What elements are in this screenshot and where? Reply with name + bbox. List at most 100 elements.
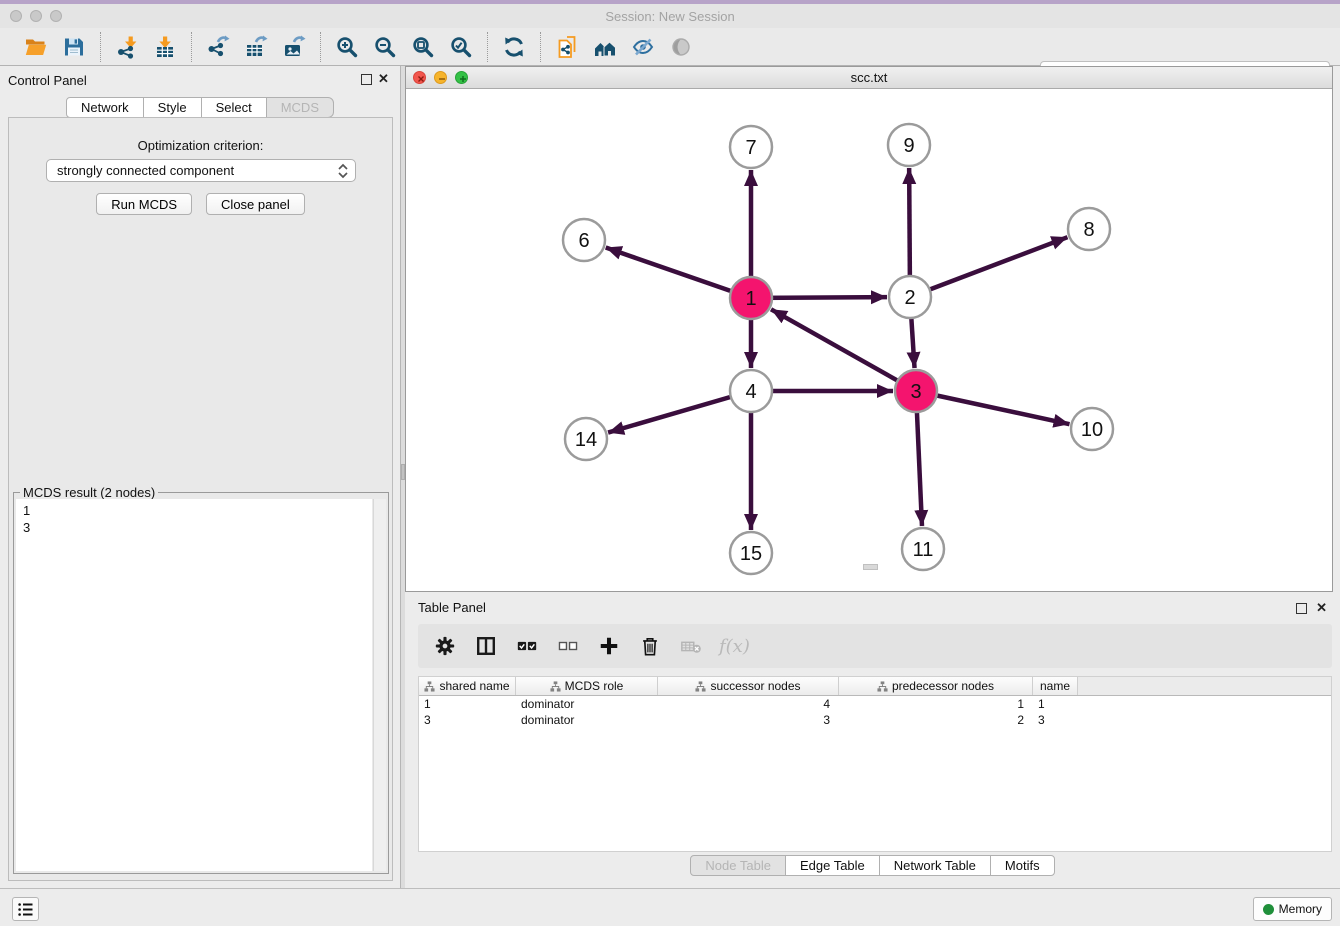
delete-row-button[interactable] <box>637 633 663 659</box>
criterion-select[interactable]: strongly connected component <box>46 159 356 182</box>
tab-edge-table[interactable]: Edge Table <box>785 855 880 876</box>
close-table-panel-icon[interactable]: ✕ <box>1316 601 1327 614</box>
graph-node-label-6: 6 <box>578 230 589 252</box>
graph-node-label-14: 14 <box>575 429 597 451</box>
task-history-button[interactable] <box>12 897 39 921</box>
column-header-name[interactable]: name <box>1033 677 1078 695</box>
export-network-button[interactable] <box>202 31 234 63</box>
close-panel-button[interactable]: Close panel <box>206 193 305 215</box>
cell-name[interactable]: 1 <box>1033 696 1078 712</box>
network-file-icon <box>555 35 579 59</box>
memory-label: Memory <box>1279 902 1322 916</box>
cell-shared-name[interactable]: 1 <box>419 696 516 712</box>
main-toolbar <box>0 28 1340 66</box>
cell-mcds-role[interactable]: dominator <box>516 696 658 712</box>
network-window-titlebar[interactable]: scc.txt <box>406 67 1332 89</box>
import-network-button[interactable] <box>111 31 143 63</box>
graph-node-label-10: 10 <box>1081 419 1103 441</box>
export-table-icon <box>244 35 268 59</box>
memory-status-dot <box>1263 904 1274 915</box>
session-title: Session: New Session <box>0 9 1340 24</box>
open-session-button[interactable] <box>20 31 52 63</box>
network-from-file-button[interactable] <box>551 31 583 63</box>
graph-edge-2-8[interactable] <box>910 237 1067 297</box>
graph-edge-1-6[interactable] <box>606 248 751 298</box>
tab-node-table[interactable]: Node Table <box>690 855 786 876</box>
zoom-out-button[interactable] <box>369 31 401 63</box>
network-canvas[interactable]: 7968124314101511 <box>406 89 1332 591</box>
sort-icon <box>877 681 888 692</box>
save-session-button[interactable] <box>58 31 90 63</box>
horizontal-splitter-handle[interactable] <box>863 564 878 570</box>
import-table-icon <box>153 35 177 59</box>
column-header-predecessor-nodes[interactable]: predecessor nodes <box>839 677 1033 695</box>
export-table-button[interactable] <box>240 31 272 63</box>
unchecked-boxes-icon <box>557 635 579 657</box>
zoom-selected-button[interactable] <box>445 31 477 63</box>
zoom-out-icon <box>373 35 397 59</box>
graph-node-label-2: 2 <box>904 287 915 309</box>
graph-node-label-9: 9 <box>903 135 914 157</box>
refresh-layout-button[interactable] <box>498 31 530 63</box>
tab-select[interactable]: Select <box>201 97 267 118</box>
result-scrollbar[interactable] <box>373 499 386 871</box>
column-header-mcds-role[interactable]: MCDS role <box>516 677 658 695</box>
cell-mcds-role[interactable]: dominator <box>516 712 658 728</box>
graph-node-label-3: 3 <box>910 381 921 403</box>
float-panel-icon[interactable] <box>361 74 372 85</box>
import-network-icon <box>115 35 139 59</box>
show-columns-button[interactable] <box>473 633 499 659</box>
zoom-in-button[interactable] <box>331 31 363 63</box>
plus-icon <box>598 635 620 657</box>
mcds-result-item: 3 <box>23 519 372 536</box>
eye-disabled-icon <box>669 35 693 59</box>
cell-shared-name[interactable]: 3 <box>419 712 516 728</box>
open-folder-icon <box>24 35 48 59</box>
table-row[interactable]: 3 dominator 3 2 3 <box>419 712 1331 728</box>
table-panel: Table Panel ✕ f(x) shared name <box>405 595 1340 888</box>
close-panel-icon[interactable]: ✕ <box>378 72 389 85</box>
cell-predecessor-nodes[interactable]: 1 <box>839 696 1033 712</box>
tab-motifs[interactable]: Motifs <box>990 855 1055 876</box>
cell-successor-nodes[interactable]: 3 <box>658 712 839 728</box>
unselect-all-columns-button[interactable] <box>555 633 581 659</box>
status-bar: Memory <box>0 888 1340 926</box>
table-panel-tabs: Node Table Edge Table Network Table Moti… <box>405 855 1340 876</box>
graph-edge-3-10[interactable] <box>916 391 1070 424</box>
graph-edge-4-14[interactable] <box>608 391 751 433</box>
column-settings-button[interactable] <box>432 633 458 659</box>
control-panel-title: Control Panel <box>8 73 87 88</box>
column-header-successor-nodes[interactable]: successor nodes <box>658 677 839 695</box>
graph-edge-3-1[interactable] <box>771 309 916 391</box>
add-row-button[interactable] <box>596 633 622 659</box>
float-table-panel-icon[interactable] <box>1296 603 1307 614</box>
cell-predecessor-nodes[interactable]: 2 <box>839 712 1033 728</box>
memory-button[interactable]: Memory <box>1253 897 1332 921</box>
graph-node-label-1: 1 <box>745 288 756 310</box>
cell-successor-nodes[interactable]: 4 <box>658 696 839 712</box>
destroy-table-disabled-button[interactable] <box>678 633 704 659</box>
tab-network-table[interactable]: Network Table <box>879 855 991 876</box>
export-image-button[interactable] <box>278 31 310 63</box>
node-table: shared name MCDS role successor nodes pr… <box>418 676 1332 852</box>
table-row[interactable]: 1 dominator 4 1 1 <box>419 696 1331 712</box>
hide-panels-button[interactable] <box>627 31 659 63</box>
zoom-selected-icon <box>449 35 473 59</box>
show-panels-disabled-button[interactable] <box>665 31 697 63</box>
select-all-columns-button[interactable] <box>514 633 540 659</box>
table-panel-title: Table Panel <box>418 600 486 615</box>
tab-network[interactable]: Network <box>66 97 144 118</box>
cell-name[interactable]: 3 <box>1033 712 1078 728</box>
list-icon <box>17 901 34 918</box>
import-table-button[interactable] <box>149 31 181 63</box>
function-builder-icon[interactable]: f(x) <box>719 636 750 657</box>
tab-style[interactable]: Style <box>143 97 202 118</box>
graph-node-label-4: 4 <box>745 381 756 403</box>
home-button[interactable] <box>589 31 621 63</box>
tab-mcds[interactable]: MCDS <box>266 97 334 118</box>
run-mcds-button[interactable]: Run MCDS <box>96 193 192 215</box>
control-panel: Control Panel ✕ Network Style Select MCD… <box>0 66 400 888</box>
zoom-fit-button[interactable] <box>407 31 439 63</box>
column-header-shared-name[interactable]: shared name <box>419 677 516 695</box>
zoom-fit-icon <box>411 35 435 59</box>
